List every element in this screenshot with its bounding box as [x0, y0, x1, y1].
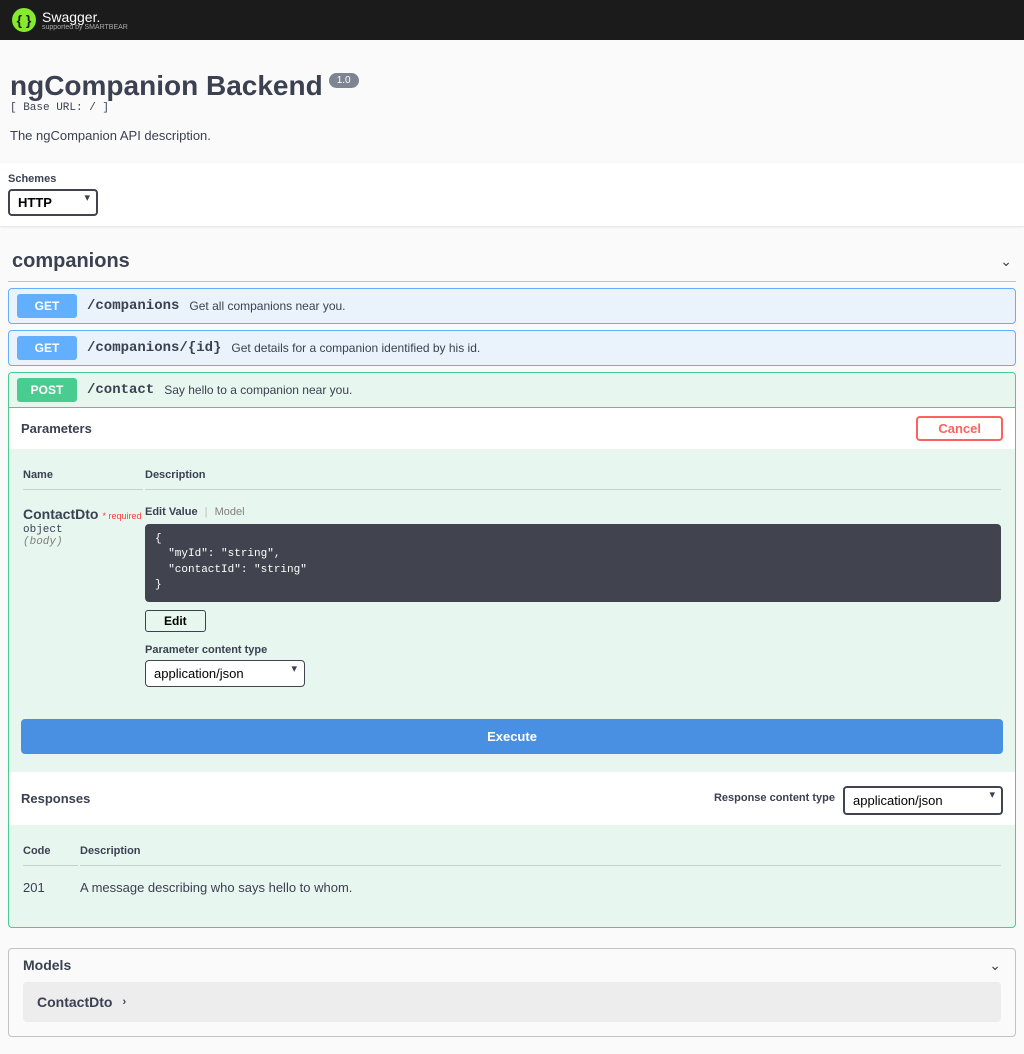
models-section: Models ⌄ ContactDto ›	[8, 948, 1016, 1037]
swagger-logo: { } Swagger. supported by SMARTBEAR	[12, 8, 128, 32]
param-tabs: Edit Value | Model	[145, 506, 1001, 518]
chevron-right-icon: ›	[122, 996, 126, 1008]
method-badge: GET	[17, 294, 77, 318]
base-url: [ Base URL: / ]	[10, 102, 1014, 114]
col-description: Description	[145, 461, 1001, 490]
scheme-container: Schemes HTTP	[0, 163, 1024, 226]
response-description: A message describing who says hello to w…	[80, 868, 1001, 895]
brand-subtext: supported by SMARTBEAR	[42, 24, 128, 31]
responses-table: Code Description 201 A message describin…	[9, 825, 1015, 927]
param-content-type-select[interactable]: application/json	[145, 660, 305, 687]
response-content-type-label: Response content type	[714, 792, 835, 804]
col-code: Code	[23, 837, 78, 866]
chevron-down-icon: ⌄	[989, 957, 1001, 974]
api-description: The ngCompanion API description.	[10, 128, 1014, 143]
brand-text: Swagger.	[42, 10, 128, 24]
models-title: Models	[23, 957, 71, 973]
col-name: Name	[23, 461, 143, 490]
cancel-button[interactable]: Cancel	[916, 416, 1003, 441]
version-badge: 1.0	[329, 73, 359, 88]
op-path: /contact	[87, 382, 154, 398]
param-content-type-label: Parameter content type	[145, 644, 1001, 656]
param-type: object	[23, 524, 143, 536]
op-summary[interactable]: POST /contact Say hello to a companion n…	[9, 373, 1015, 407]
op-description: Get all companions near you.	[189, 299, 345, 313]
op-description: Get details for a companion identified b…	[231, 341, 480, 355]
execute-button[interactable]: Execute	[21, 719, 1003, 754]
required-marker: * required	[102, 511, 141, 521]
op-get-companion-by-id: GET /companions/{id} Get details for a c…	[8, 330, 1016, 366]
method-badge: GET	[17, 336, 77, 360]
param-row: ContactDto * required object (body) Edit …	[23, 492, 1001, 687]
tab-model[interactable]: Model	[215, 506, 245, 518]
model-name: ContactDto	[37, 994, 112, 1010]
response-row: 201 A message describing who says hello …	[23, 868, 1001, 895]
api-info: ngCompanion Backend 1.0 [ Base URL: / ] …	[0, 40, 1024, 163]
col-description: Description	[80, 837, 1001, 866]
tab-edit-value[interactable]: Edit Value	[145, 506, 198, 518]
op-body: Parameters Cancel Name Description	[9, 407, 1015, 927]
op-summary[interactable]: GET /companions/{id} Get details for a c…	[9, 331, 1015, 365]
topbar: { } Swagger. supported by SMARTBEAR	[0, 0, 1024, 40]
op-path: /companions	[87, 298, 179, 314]
edit-button[interactable]: Edit	[145, 610, 206, 632]
swagger-icon: { }	[12, 8, 36, 32]
op-path: /companions/{id}	[87, 340, 221, 356]
chevron-down-icon: ⌄	[1000, 253, 1012, 270]
param-example-body[interactable]: { "myId": "string", "contactId": "string…	[145, 524, 1001, 602]
models-header[interactable]: Models ⌄	[9, 949, 1015, 982]
parameters-header: Parameters Cancel	[9, 408, 1015, 449]
param-in: (body)	[23, 536, 143, 548]
parameters-title: Parameters	[21, 421, 92, 436]
model-item-contactdto[interactable]: ContactDto ›	[23, 982, 1001, 1022]
parameters-table: Name Description ContactDto * required ob…	[9, 449, 1015, 719]
tag-companions: companions ⌄ GET /companions Get all com…	[8, 242, 1016, 928]
responses-title: Responses	[21, 791, 90, 806]
op-post-contact: POST /contact Say hello to a companion n…	[8, 372, 1016, 928]
scheme-select[interactable]: HTTP	[8, 189, 98, 216]
api-title: ngCompanion Backend	[10, 70, 323, 102]
op-summary[interactable]: GET /companions Get all companions near …	[9, 289, 1015, 323]
method-badge: POST	[17, 378, 77, 402]
response-content-type-select[interactable]: application/json	[843, 786, 1003, 815]
op-get-companions: GET /companions Get all companions near …	[8, 288, 1016, 324]
responses-header: Responses Response content type applicat…	[9, 772, 1015, 825]
response-code: 201	[23, 868, 78, 895]
op-description: Say hello to a companion near you.	[164, 383, 352, 397]
schemes-label: Schemes	[8, 173, 1016, 185]
tag-name: companions	[12, 250, 130, 273]
param-name: ContactDto	[23, 506, 98, 522]
tag-header[interactable]: companions ⌄	[8, 242, 1016, 282]
